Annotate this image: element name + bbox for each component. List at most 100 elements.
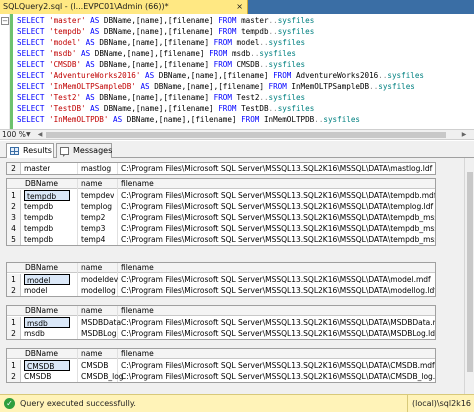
tab-messages[interactable]: Messages [56,143,112,158]
result-grid[interactable]: 2 master mastlog C:\Program Files\Microsoft… [6,162,436,175]
cell-name[interactable]: CMSDB [81,360,108,371]
zoom-dropdown-icon[interactable]: ▼ [26,130,31,140]
result-grid[interactable]: DBName name filename 1 model modeldev C:\Progr… [6,262,436,297]
cell-filename[interactable]: C:\Program Files\Microsoft SQL Server\MS… [121,328,435,339]
result-grid[interactable]: DBName name filename 1 tempdb tempdev C:\Progr… [6,178,436,246]
column-header-name[interactable]: name [81,263,102,273]
cell-dbname[interactable]: master [24,163,50,174]
sql-keyword: SELECT [17,93,45,102]
cell-name[interactable]: tempdev [81,190,114,201]
cell-dbname[interactable]: CMSDB [24,360,70,371]
row-number[interactable]: 1 [7,274,21,285]
row-number[interactable]: 1 [7,360,21,371]
cell-dbname[interactable]: tempdb [24,223,53,234]
row-number[interactable]: 4 [7,223,21,234]
grid-header-row: DBName name filename [7,263,435,273]
row-number[interactable]: 2 [7,328,21,339]
column-header-db[interactable]: DBName [25,306,58,316]
close-tab-icon[interactable]: × [236,0,243,14]
sql-sysfiles: sysfiles [378,82,415,91]
sql-dots: .. [268,27,278,36]
cell-name[interactable]: templog [81,201,112,212]
cell-name[interactable]: MSDBLog [81,328,117,339]
cell-dbname[interactable]: tempdb [24,234,53,245]
sql-keyword: FROM [273,71,292,80]
cell-name[interactable]: modeldev [81,274,118,285]
sql-keyword: SELECT [17,115,45,124]
cell-filename[interactable]: C:\Program Files\Microsoft SQL Server\MS… [121,360,435,371]
row-number[interactable]: 3 [7,212,21,223]
row-number[interactable]: 2 [7,371,21,382]
scroll-right-icon[interactable]: ▶ [460,131,468,139]
sql-sysfiles: sysfiles [277,27,315,36]
column-header-file[interactable]: filename [121,179,154,189]
cell-filename[interactable]: C:\Program Files\Microsoft SQL Server\MS… [121,212,435,223]
server-name: (local)\sql2k16 [407,395,471,412]
vertical-scrollbar[interactable] [464,158,474,394]
row-number[interactable]: 2 [7,163,21,174]
tab-messages-label: Messages [73,146,113,155]
cell-name[interactable]: MSDBData [81,317,121,328]
query-editor[interactable]: − SELECT 'master' AS DBName,[name],[file… [0,14,474,129]
cell-filename[interactable]: C:\Program Files\Microsoft SQL Server\MS… [121,317,435,328]
cell-dbname[interactable]: tempdb [24,201,53,212]
row-number[interactable]: 1 [7,190,21,201]
column-header-file[interactable]: filename [121,306,154,316]
sql-db-literal: 'master' [49,16,86,25]
column-header-db[interactable]: DBName [25,179,58,189]
cell-name[interactable]: temp3 [81,223,105,234]
vertical-scrollbar-thumb[interactable] [467,172,473,372]
status-bar: ✓ Query executed successfully. (local)\s… [0,394,474,412]
row-number[interactable]: 2 [7,201,21,212]
cell-dbname[interactable]: CMSDB [24,371,51,382]
column-separator [77,263,78,296]
zoom-level[interactable]: 100 % [2,130,26,140]
column-header-file[interactable]: filename [121,263,154,273]
cell-filename[interactable]: C:\Program Files\Microsoft SQL Server\MS… [121,285,435,296]
scroll-left-icon[interactable]: ◀ [36,131,44,139]
cell-dbname[interactable]: tempdb [24,212,53,223]
cell-filename[interactable]: C:\Program Files\Microsoft SQL Server\MS… [121,163,435,174]
result-grid[interactable]: DBName name filename 1 msdb MSDBData C:\Progra… [6,305,436,340]
sql-keyword: AS [90,16,100,25]
column-separator [117,163,118,174]
collapse-outline-icon[interactable]: − [1,17,9,25]
cell-filename[interactable]: C:\Program Files\Microsoft SQL Server\MS… [121,223,435,234]
sql-keyword: SELECT [17,49,45,58]
cell-dbname[interactable]: msdb [24,317,70,328]
sql-sysfiles: sysfiles [277,16,315,25]
cell-name[interactable]: CMSDB_log [81,371,124,382]
cell-name[interactable]: mastlog [81,163,111,174]
tab-results[interactable]: Results [6,143,54,158]
cell-name[interactable]: temp2 [81,212,105,223]
column-header-db[interactable]: DBName [25,349,58,359]
column-separator [77,163,78,174]
grid-header-row: DBName name filename [7,349,435,359]
column-header-file[interactable]: filename [121,349,154,359]
cell-filename[interactable]: C:\Program Files\Microsoft SQL Server\MS… [121,201,435,212]
cell-dbname[interactable]: model [24,274,70,285]
row-number[interactable]: 2 [7,285,21,296]
cell-dbname[interactable]: msdb [24,328,45,339]
cell-filename[interactable]: C:\Program Files\Microsoft SQL Server\MS… [121,274,435,285]
sql-sysfiles: sysfiles [277,104,315,113]
sql-keyword: AS [85,93,95,102]
query-document-tab[interactable]: SQLQuery2.sql - (l...EVPC01\Admin (66))*… [0,0,248,14]
cell-filename[interactable]: C:\Program Files\Microsoft SQL Server\MS… [121,371,435,382]
row-number[interactable]: 5 [7,234,21,245]
column-header-name[interactable]: name [81,306,102,316]
column-header-db[interactable]: DBName [25,263,58,273]
column-header-name[interactable]: name [81,349,102,359]
messages-icon [60,147,69,157]
horizontal-scrollbar-thumb[interactable] [46,132,446,138]
sql-columns: DBName,[name],[filename] [99,93,210,102]
cell-dbname[interactable]: tempdb [24,190,70,201]
cell-name[interactable]: temp4 [81,234,105,245]
column-header-name[interactable]: name [81,179,102,189]
cell-filename[interactable]: C:\Program Files\Microsoft SQL Server\MS… [121,190,435,201]
cell-name[interactable]: modellog [81,285,116,296]
cell-filename[interactable]: C:\Program Files\Microsoft SQL Server\MS… [121,234,435,245]
row-number[interactable]: 1 [7,317,21,328]
result-grid[interactable]: DBName name filename 1 CMSDB CMSDB C:\Program … [6,348,436,383]
cell-dbname[interactable]: model [24,285,47,296]
